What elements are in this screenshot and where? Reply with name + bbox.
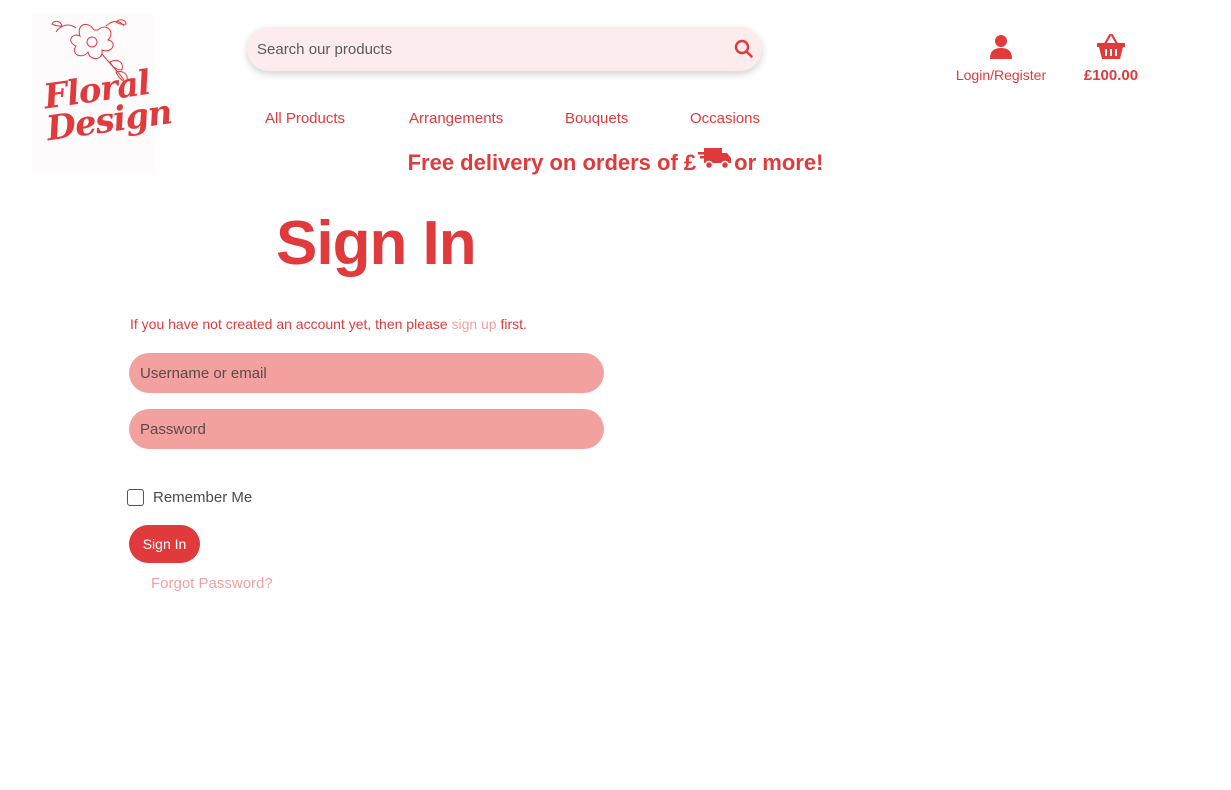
basket-icon [1097,33,1125,59]
remember-label: Remember Me [153,488,253,506]
promo-text-after: or more! [734,150,824,175]
forgot-password-link[interactable]: Forgot Password? [151,575,273,592]
username-input[interactable] [129,353,604,393]
remember-checkbox[interactable] [127,488,144,506]
account-label: Login/Register [955,67,1047,83]
password-input[interactable] [129,409,604,449]
user-icon [990,35,1012,59]
logo-text: Floral Design [40,63,174,149]
search-input[interactable] [247,27,717,71]
page-title: Sign In [276,209,477,278]
account-link[interactable]: Login/Register [948,34,1054,83]
search-bar [247,27,762,71]
basket-total: £100.00 [1083,67,1139,84]
signup-prompt: If you have not created an account yet, … [130,316,527,332]
basket-link[interactable]: £100.00 [1076,33,1146,84]
promo-text-before: Free delivery on orders of £ [407,150,697,175]
signup-prompt-before: If you have not created an account yet, … [130,316,452,332]
nav-bouquets[interactable]: Bouquets [565,110,628,127]
nav-arrangements[interactable]: Arrangements [409,110,503,127]
signup-link[interactable]: sign up [451,316,496,332]
nav-all-products[interactable]: All Products [265,110,345,127]
remember-me[interactable]: Remember Me [127,486,252,508]
truck-icon [698,146,732,176]
sign-in-button[interactable]: Sign In [129,525,200,563]
nav-occasions[interactable]: Occasions [690,110,760,127]
search-icon[interactable] [732,37,756,61]
delivery-banner: Free delivery on orders of £ or more! [0,146,1231,180]
signup-prompt-after: first. [496,316,527,332]
